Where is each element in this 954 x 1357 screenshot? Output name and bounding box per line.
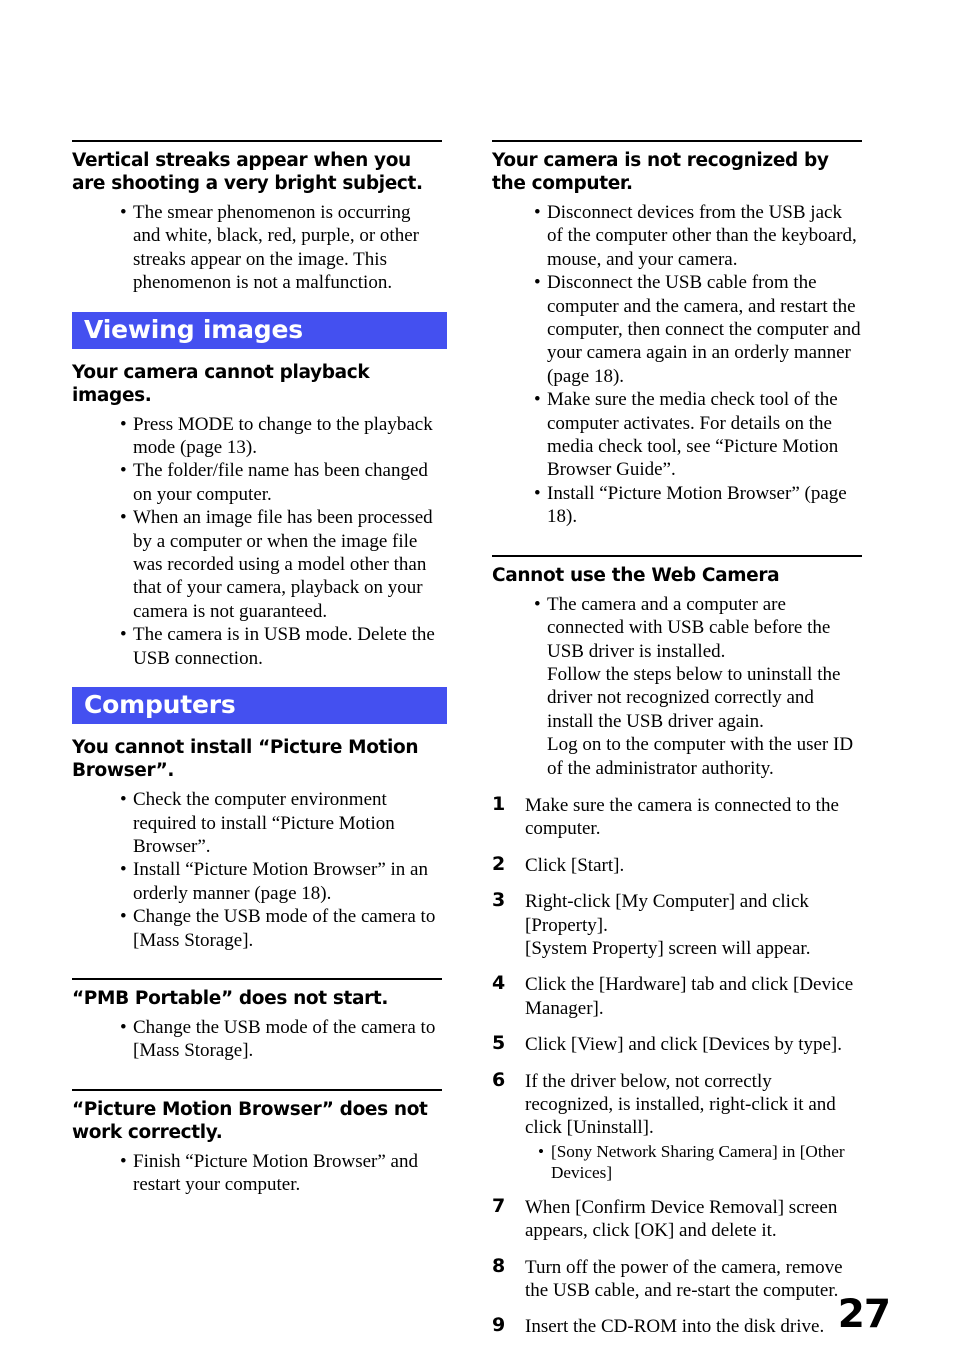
bullet-list-vertical-streaks: The smear phenomenon is occurring and wh… <box>72 201 442 295</box>
step-item: 1 Make sure the camera is connected to t… <box>492 792 862 841</box>
step-text: Turn off the power of the camera, remove… <box>525 1256 843 1302</box>
step-item: 5 Click [View] and click [Devices by typ… <box>492 1032 862 1056</box>
step-text: Right-click [My Computer] and click [Pro… <box>525 891 809 936</box>
step-item: 3 Right-click [My Computer] and click [P… <box>492 889 862 960</box>
list-item: Install “Picture Motion Browser” in an o… <box>120 858 442 905</box>
list-item: Change the USB mode of the camera to [Ma… <box>120 1016 442 1063</box>
step-text: Click [View] and click [Devices by type]… <box>525 1034 842 1056</box>
step-text: When [Confirm Device Removal] screen app… <box>525 1196 838 1242</box>
heading-cannot-install-pmb: You cannot install “Picture Motion Brows… <box>72 737 419 782</box>
step-item: 7 When [Confirm Device Removal] screen a… <box>492 1194 862 1243</box>
step-number: 7 <box>492 1194 506 1217</box>
list-item: The camera is in USB mode. Delete the US… <box>120 623 442 670</box>
step-number: 6 <box>492 1068 506 1091</box>
step-subbullet-list: [Sony Network Sharing Camera] in [Other … <box>525 1141 862 1183</box>
left-column: Vertical streaks appear when you are sho… <box>72 140 447 1352</box>
section-divider-rule <box>72 140 442 142</box>
step-number: 1 <box>492 792 506 815</box>
bullet-list-web-camera: The camera and a computer are connected … <box>492 593 862 780</box>
step-number: 2 <box>492 852 506 875</box>
bullet-list-cannot-playback: Press MODE to change to the playback mod… <box>72 413 442 670</box>
section-band-computers: Computers <box>72 687 447 725</box>
bullet-list-cannot-install-pmb: Check the computer environment required … <box>72 788 442 952</box>
step-number: 8 <box>492 1254 506 1277</box>
manual-page: Vertical streaks appear when you are sho… <box>0 0 954 1357</box>
list-item: Press MODE to change to the playback mod… <box>120 413 442 460</box>
bullet-list-camera-not-recognized: Disconnect devices from the USB jack of … <box>492 201 862 529</box>
list-item: The smear phenomenon is occurring and wh… <box>120 201 442 295</box>
heading-vertical-streaks: Vertical streaks appear when you are sho… <box>72 150 423 194</box>
step-item: 6 If the driver below, not correctly rec… <box>492 1068 862 1183</box>
step-number: 5 <box>492 1032 506 1055</box>
bullet-list-pmb-not-work-correctly: Finish “Picture Motion Browser” and rest… <box>72 1150 442 1197</box>
step-number: 3 <box>492 889 506 912</box>
step-number: 4 <box>492 972 506 995</box>
section-divider-rule <box>72 1088 442 1091</box>
step-number: 9 <box>492 1314 506 1337</box>
heading-camera-not-recognized: Your camera is not recognized by the com… <box>492 150 829 194</box>
two-column-body: Vertical streaks appear when you are sho… <box>72 140 862 1352</box>
list-item: The folder/file name has been changed on… <box>120 459 442 506</box>
section-band-viewing-images: Viewing images <box>72 311 447 349</box>
step-text: Click the [Hardware] tab and click [Devi… <box>525 974 854 1019</box>
heading-pmb-not-work-correctly: “Picture Motion Browser” does not work c… <box>72 1098 428 1143</box>
step-text: Click [Start]. <box>525 854 625 876</box>
bullet-list-pmb-portable: Change the USB mode of the camera to [Ma… <box>72 1016 442 1063</box>
step-item: 9 Insert the CD-ROM into the disk drive. <box>492 1314 862 1338</box>
heading-cannot-use-web-camera: Cannot use the Web Camera <box>492 564 780 586</box>
numbered-steps-list: 1 Make sure the camera is connected to t… <box>492 792 862 1339</box>
list-item: [Sony Network Sharing Camera] in [Other … <box>538 1141 862 1183</box>
list-item: When an image file has been processed by… <box>120 506 442 623</box>
step-text: If the driver below, not correctly recog… <box>525 1070 836 1139</box>
list-item: Make sure the media check tool of the co… <box>534 388 862 482</box>
page-number: 27 <box>837 1292 891 1337</box>
step-item: 4 Click the [Hardware] tab and click [De… <box>492 972 862 1020</box>
step-text: Insert the CD-ROM into the disk drive. <box>525 1316 825 1338</box>
section-divider-rule <box>492 140 862 142</box>
section-divider-rule <box>72 977 442 980</box>
step-item: 8 Turn off the power of the camera, remo… <box>492 1254 862 1303</box>
list-item: The camera and a computer are connected … <box>534 593 862 780</box>
list-item: Disconnect devices from the USB jack of … <box>534 201 862 271</box>
step-text: Make sure the camera is connected to the… <box>525 794 839 840</box>
list-item: Install “Picture Motion Browser” (page 1… <box>534 482 862 529</box>
list-item: Disconnect the USB cable from the comput… <box>534 271 862 388</box>
step-text-continued: [System Property] screen will appear. <box>525 937 811 959</box>
list-item: Change the USB mode of the camera to [Ma… <box>120 905 442 952</box>
heading-pmb-portable-not-start: “PMB Portable” does not start. <box>72 987 389 1009</box>
heading-cannot-playback: Your camera cannot playback images. <box>72 361 370 406</box>
list-item: Finish “Picture Motion Browser” and rest… <box>120 1150 442 1197</box>
step-item: 2 Click [Start]. <box>492 852 862 877</box>
list-item: Check the computer environment required … <box>120 788 442 858</box>
section-divider-rule <box>492 554 862 557</box>
right-column: Your camera is not recognized by the com… <box>492 140 862 1352</box>
